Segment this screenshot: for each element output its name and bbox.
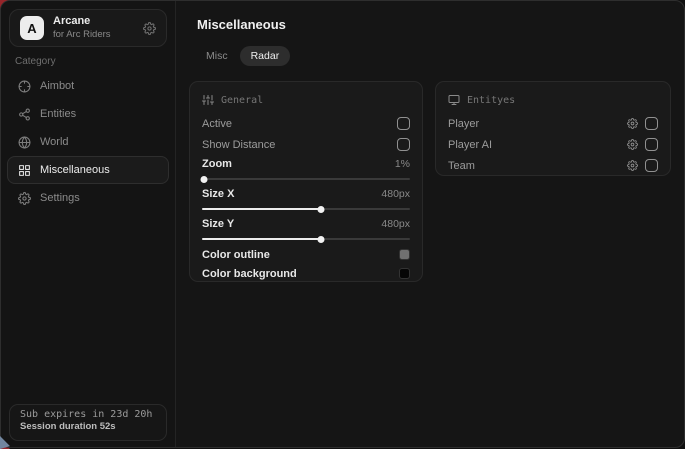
zoom-slider[interactable]	[202, 173, 410, 185]
player-checkbox[interactable]	[645, 117, 658, 130]
entities-panel-title: Entityes	[467, 95, 515, 106]
size-x-label: Size X	[202, 188, 234, 200]
active-label: Active	[202, 118, 232, 130]
crosshair-icon	[18, 80, 31, 93]
sidebar-item-label: Aimbot	[40, 80, 74, 92]
color-outline-row: Color outline	[202, 245, 410, 264]
size-x-slider[interactable]	[202, 203, 410, 215]
sidebar-item-aimbot[interactable]: Aimbot	[7, 72, 169, 100]
slider-handle[interactable]	[201, 176, 208, 183]
gear-icon[interactable]	[627, 118, 638, 129]
player-ai-controls	[627, 138, 658, 151]
player-label: Player	[448, 118, 479, 130]
sidebar-item-label: Settings	[40, 192, 80, 204]
player-ai-row: Player AI	[448, 134, 658, 155]
slider-handle[interactable]	[317, 206, 324, 213]
gear-icon	[18, 192, 31, 205]
slider-track-line	[202, 178, 410, 180]
sidebar-item-label: World	[40, 136, 69, 148]
show-distance-checkbox[interactable]	[397, 138, 410, 151]
monitor-icon	[448, 94, 460, 106]
logo-card: A Arcane for Arc Riders	[9, 9, 167, 47]
sidebar-item-settings[interactable]: Settings	[7, 184, 169, 212]
size-y-label: Size Y	[202, 218, 234, 230]
zoom-row: Zoom 1%	[202, 155, 410, 173]
tab-misc[interactable]: Misc	[197, 46, 237, 66]
general-panel-header: General	[202, 92, 410, 108]
sidebar-item-entities[interactable]: Entities	[7, 100, 169, 128]
color-outline-label: Color outline	[202, 249, 270, 261]
gear-icon[interactable]	[627, 160, 638, 171]
sidebar-item-world[interactable]: World	[7, 128, 169, 156]
player-ai-label: Player AI	[448, 139, 492, 151]
team-row: Team	[448, 155, 658, 176]
color-background-label: Color background	[202, 268, 297, 280]
team-label: Team	[448, 160, 475, 172]
active-checkbox[interactable]	[397, 117, 410, 130]
sliders-icon	[202, 94, 214, 106]
screen: A Arcane for Arc Riders Category Aimbot	[0, 0, 685, 449]
nodes-icon	[18, 108, 31, 121]
tab-bar: Misc Radar	[197, 46, 290, 66]
color-outline-swatch[interactable]	[399, 249, 410, 260]
logo-text: Arcane for Arc Riders	[53, 15, 143, 40]
general-panel: General Active Show Distance Zoom 1%	[189, 81, 423, 282]
gear-icon[interactable]	[627, 139, 638, 150]
category-label: Category	[15, 56, 56, 67]
team-checkbox[interactable]	[645, 159, 658, 172]
app-window: A Arcane for Arc Riders Category Aimbot	[0, 0, 685, 448]
sidebar-item-label: Miscellaneous	[40, 164, 110, 176]
page-title: Miscellaneous	[197, 17, 286, 32]
sub-expires-text: Sub expires in 23d 20h	[20, 409, 156, 420]
app-subtitle: for Arc Riders	[53, 29, 143, 40]
grid-icon	[18, 164, 31, 177]
team-controls	[627, 159, 658, 172]
sidebar-item-label: Entities	[40, 108, 76, 120]
slider-track-fill	[202, 238, 321, 240]
slider-handle[interactable]	[317, 236, 324, 243]
player-ai-checkbox[interactable]	[645, 138, 658, 151]
size-y-slider[interactable]	[202, 233, 410, 245]
app-logo: A	[20, 16, 44, 40]
tab-radar[interactable]: Radar	[240, 46, 291, 66]
entities-panel: Entityes Player Player AI	[435, 81, 671, 176]
sidebar: A Arcane for Arc Riders Category Aimbot	[1, 1, 176, 447]
size-y-value: 480px	[381, 218, 410, 230]
app-title: Arcane	[53, 15, 143, 29]
sidebar-item-miscellaneous[interactable]: Miscellaneous	[7, 156, 169, 184]
globe-icon	[18, 136, 31, 149]
show-distance-label: Show Distance	[202, 139, 275, 151]
player-controls	[627, 117, 658, 130]
gear-icon[interactable]	[143, 22, 156, 35]
size-x-row: Size X 480px	[202, 185, 410, 203]
active-row: Active	[202, 113, 410, 134]
main-content: Miscellaneous Misc Radar General Active …	[176, 1, 684, 447]
session-duration-text: Session duration 52s	[20, 421, 156, 432]
color-background-swatch[interactable]	[399, 268, 410, 279]
player-row: Player	[448, 113, 658, 134]
slider-track-fill	[202, 208, 321, 210]
size-y-row: Size Y 480px	[202, 215, 410, 233]
sidebar-nav: Aimbot Entities World Miscellaneous	[7, 72, 169, 212]
size-x-value: 480px	[381, 188, 410, 200]
color-background-row: Color background	[202, 264, 410, 283]
zoom-value: 1%	[395, 158, 410, 170]
general-panel-title: General	[221, 95, 263, 106]
subscription-card: Sub expires in 23d 20h Session duration …	[9, 404, 167, 441]
zoom-label: Zoom	[202, 158, 232, 170]
show-distance-row: Show Distance	[202, 134, 410, 155]
entities-panel-header: Entityes	[448, 92, 658, 108]
